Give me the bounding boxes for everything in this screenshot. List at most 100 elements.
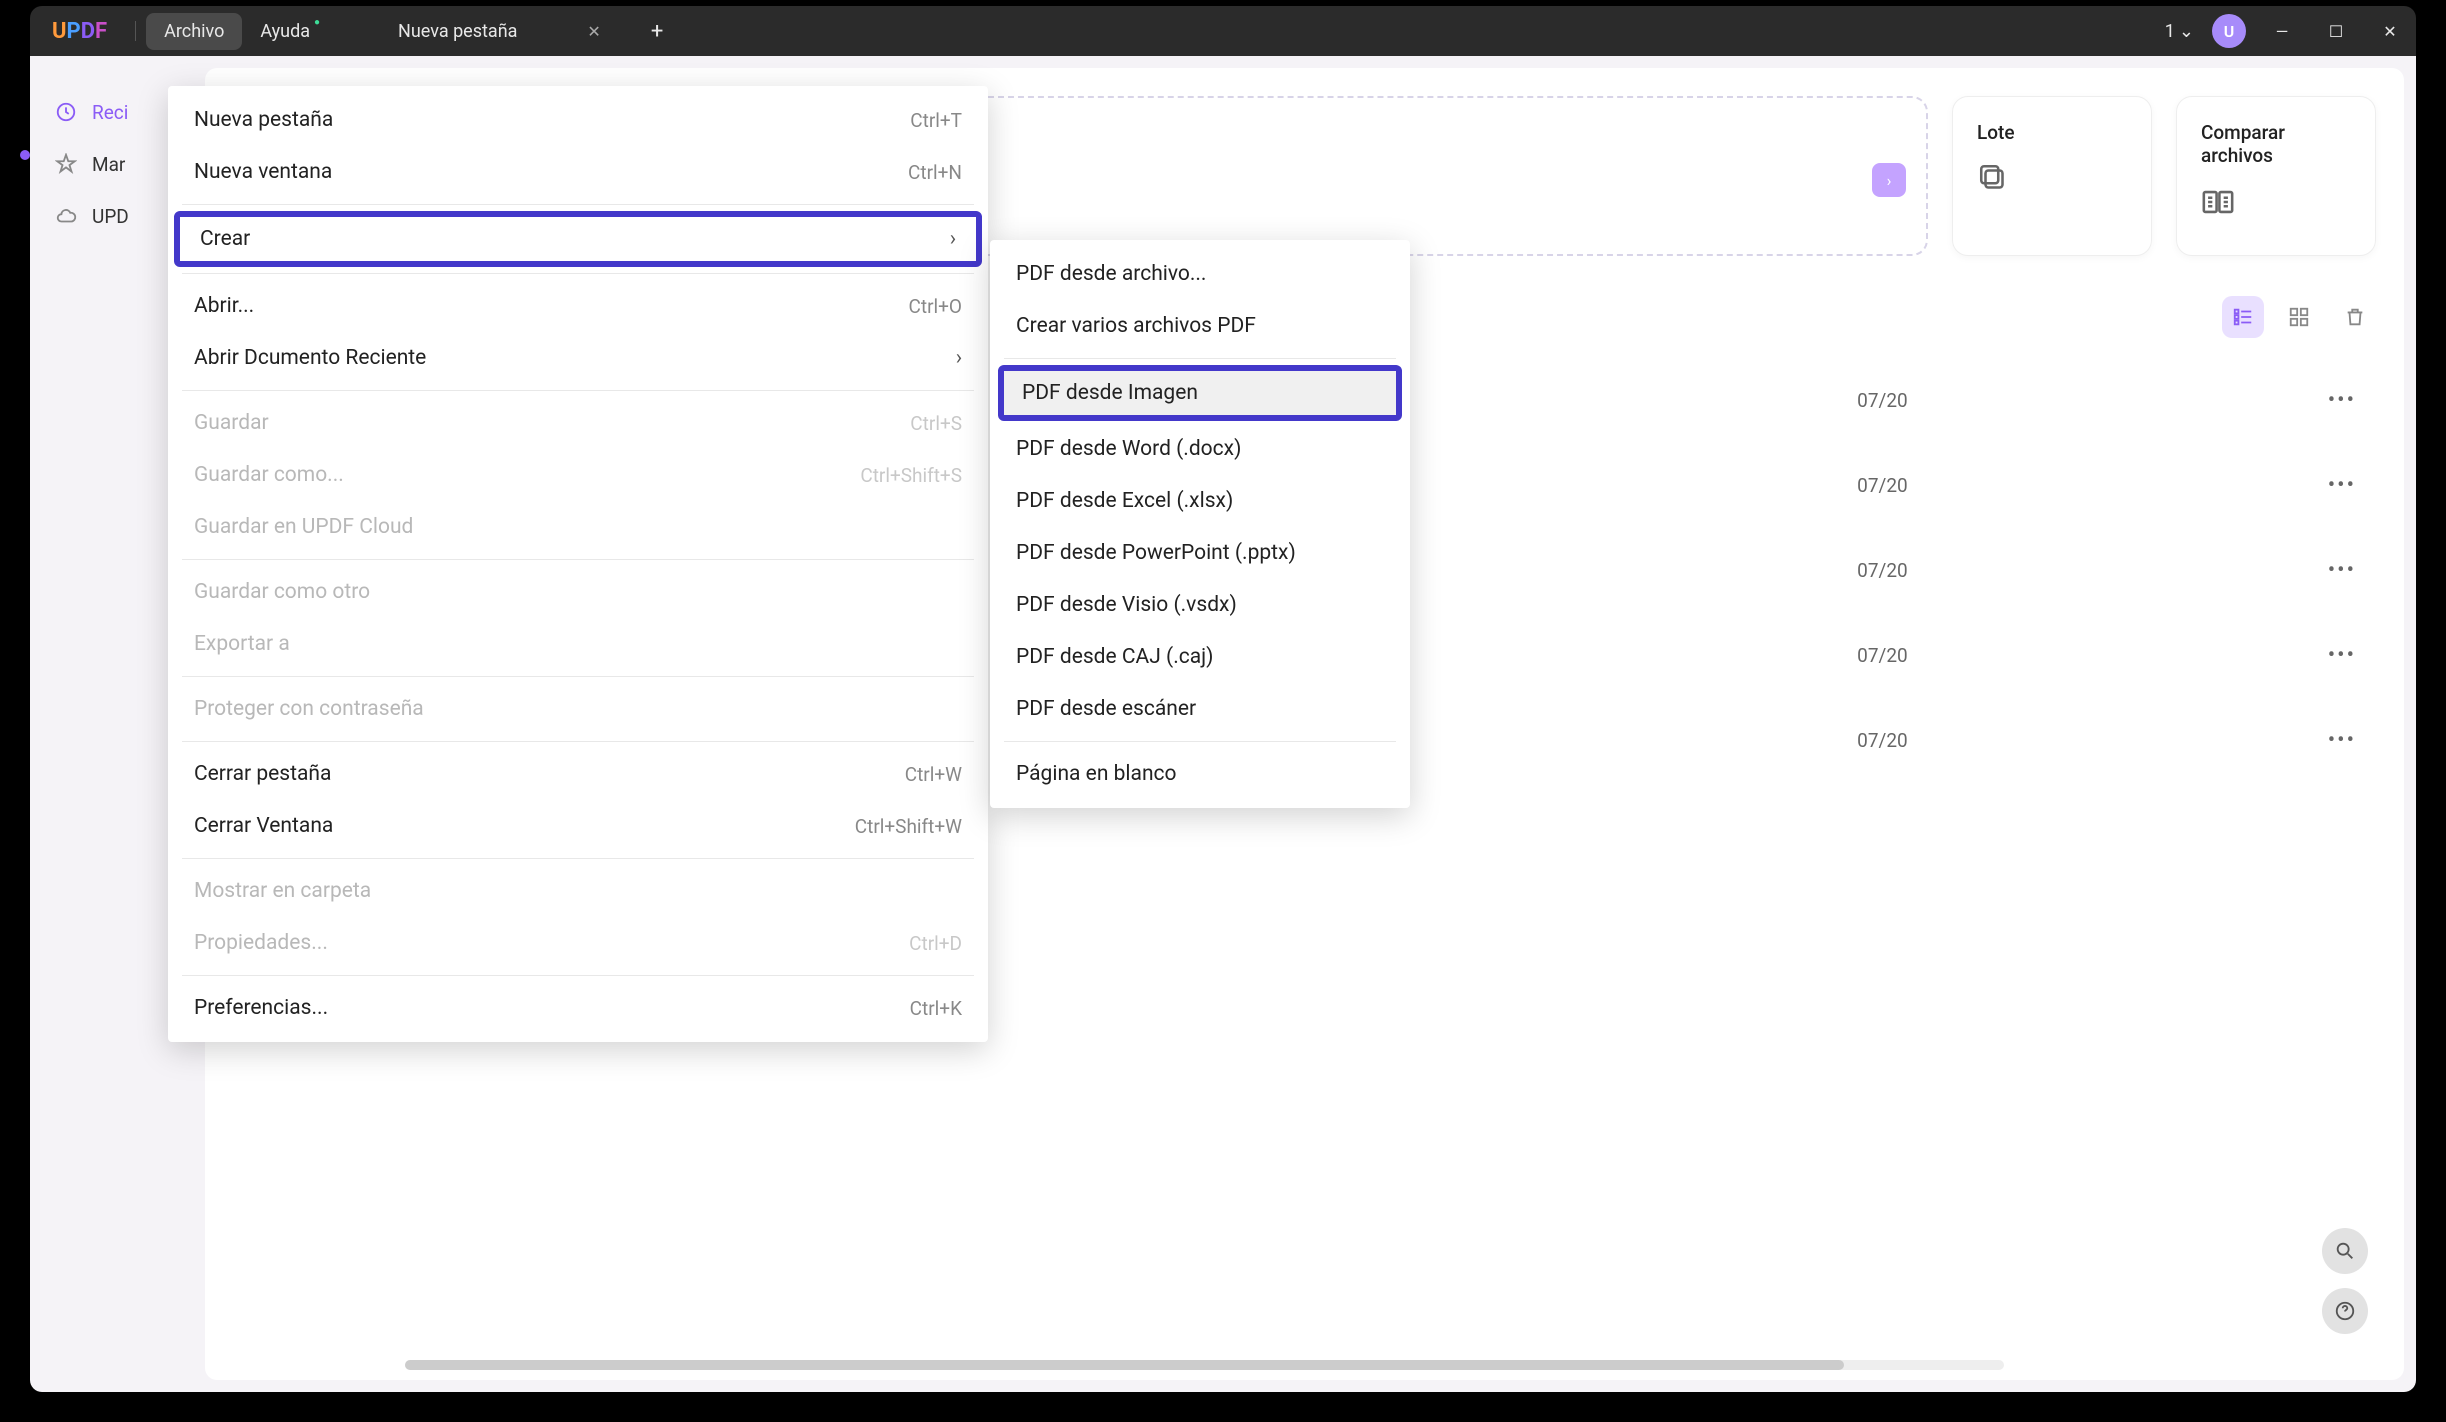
file-date: 07/20 (1857, 644, 1908, 667)
sidebar-recent-label: Reci (92, 101, 128, 124)
menu-separator (182, 676, 974, 677)
notification-count[interactable]: 1⌄ (2165, 21, 2194, 42)
menu-item-label: Abrir... (194, 294, 254, 318)
menu-item[interactable]: Abrir... Ctrl+O (168, 280, 988, 332)
menu-item[interactable]: Crear › (174, 211, 982, 267)
help-fab[interactable] (2322, 1288, 2368, 1334)
user-avatar[interactable]: U (2212, 14, 2246, 48)
submenu-item-label: PDF desde CAJ (.caj) (1016, 645, 1214, 669)
close-tab-icon[interactable]: ✕ (587, 22, 600, 41)
menu-shortcut: Ctrl+N (908, 161, 962, 184)
menu-separator (1004, 358, 1396, 359)
grid-view-button[interactable] (2278, 296, 2320, 338)
minimize-button[interactable]: — (2264, 13, 2300, 49)
menu-shortcut: Ctrl+K (910, 997, 962, 1020)
file-date: 07/20 (1857, 559, 1908, 582)
close-window-button[interactable]: ✕ (2372, 13, 2408, 49)
file-dropdown-menu: Nueva pestaña Ctrl+T Nueva ventana Ctrl+N Cr… (168, 86, 988, 1042)
crear-submenu: PDF desde archivo... Crear varios archivo… (990, 240, 1410, 808)
indicator-dot (20, 150, 30, 160)
more-icon[interactable]: ••• (2328, 643, 2356, 668)
menu-item: Proteger con contraseña (168, 683, 988, 735)
submenu-item[interactable]: PDF desde escáner (990, 683, 1410, 735)
expand-arrow-icon[interactable]: › (1872, 163, 1906, 197)
menu-shortcut: Ctrl+Shift+W (855, 815, 962, 838)
menu-ayuda-label: Ayuda (260, 21, 310, 42)
submenu-item-label: PDF desde Visio (.vsdx) (1016, 593, 1237, 617)
clock-icon (54, 100, 78, 124)
more-icon[interactable]: ••• (2328, 558, 2356, 583)
menu-item-label: Guardar en UPDF Cloud (194, 515, 413, 539)
menu-item-label: Guardar como otro (194, 580, 370, 604)
menu-item[interactable]: Preferencias... Ctrl+K (168, 982, 988, 1034)
search-fab[interactable] (2322, 1228, 2368, 1274)
submenu-item[interactable]: PDF desde Visio (.vsdx) (990, 579, 1410, 631)
submenu-item-label: PDF desde Imagen (1022, 381, 1198, 405)
submenu-item[interactable]: PDF desde archivo... (990, 248, 1410, 300)
app-logo: UPDF (52, 19, 107, 44)
menu-item-label: Nueva ventana (194, 160, 332, 184)
menu-shortcut: Ctrl+T (910, 109, 962, 132)
menu-item-label: Crear (200, 227, 250, 251)
submenu-item-label: PDF desde archivo... (1016, 262, 1206, 286)
menu-item[interactable]: Nueva pestaña Ctrl+T (168, 94, 988, 146)
menu-item: Guardar como... Ctrl+Shift+S (168, 449, 988, 501)
more-icon[interactable]: ••• (2328, 388, 2356, 413)
submenu-item-label: Página en blanco (1016, 762, 1177, 786)
menu-shortcut: Ctrl+S (910, 412, 962, 435)
titlebar: UPDF Archivo Ayuda● Nueva pestaña ✕ + 1⌄… (30, 6, 2416, 56)
menu-item: Propiedades...Ctrl+D (168, 917, 988, 969)
menu-archivo[interactable]: Archivo (146, 13, 242, 50)
maximize-button[interactable]: ☐ (2318, 13, 2354, 49)
menu-ayuda[interactable]: Ayuda● (242, 13, 328, 50)
menu-separator (182, 273, 974, 274)
submenu-item[interactable]: PDF desde CAJ (.caj) (990, 631, 1410, 683)
menu-item[interactable]: Abrir Dcumento Reciente › (168, 332, 988, 384)
menu-shortcut: Ctrl+O (909, 295, 963, 318)
card-comparar[interactable]: Comparar archivos (2176, 96, 2376, 256)
menu-shortcut: Ctrl+W (905, 763, 962, 786)
menu-item[interactable]: Nueva ventana Ctrl+N (168, 146, 988, 198)
menu-item-label: Guardar (194, 411, 269, 435)
submenu-item[interactable]: PDF desde Imagen (998, 365, 1402, 421)
menu-shortcut: Ctrl+Shift+S (860, 464, 962, 487)
submenu-item-label: PDF desde PowerPoint (.pptx) (1016, 541, 1296, 565)
menu-item-label: Guardar como... (194, 463, 344, 487)
menu-item: Mostrar en carpeta (168, 865, 988, 917)
submenu-item[interactable]: Crear varios archivos PDF (990, 300, 1410, 352)
menu-item-label: Preferencias... (194, 996, 328, 1020)
file-date: 07/20 (1857, 729, 1908, 752)
tab-nueva-pestana[interactable]: Nueva pestaña ✕ (378, 6, 621, 56)
menu-item[interactable]: Cerrar pestañaCtrl+W (168, 748, 988, 800)
menu-item-label: Mostrar en carpeta (194, 879, 371, 903)
list-view-button[interactable] (2222, 296, 2264, 338)
submenu-item[interactable]: PDF desde PowerPoint (.pptx) (990, 527, 1410, 579)
chevron-right-icon: › (956, 346, 962, 370)
submenu-item[interactable]: Página en blanco (990, 748, 1410, 800)
menu-separator (1004, 741, 1396, 742)
chevron-right-icon: › (950, 227, 956, 251)
card-lote[interactable]: Lote (1952, 96, 2152, 256)
menu-item: Guardar Ctrl+S (168, 397, 988, 449)
submenu-item-label: PDF desde Excel (.xlsx) (1016, 489, 1233, 513)
submenu-item[interactable]: PDF desde Word (.docx) (990, 423, 1410, 475)
menu-separator (182, 858, 974, 859)
add-tab-button[interactable]: + (651, 19, 663, 44)
menu-separator (182, 741, 974, 742)
more-icon[interactable]: ••• (2328, 728, 2356, 753)
file-date: 07/20 (1857, 474, 1908, 497)
submenu-item[interactable]: PDF desde Excel (.xlsx) (990, 475, 1410, 527)
menu-separator (182, 559, 974, 560)
menu-item-label: Exportar a (194, 632, 290, 656)
menu-item-label: Nueva pestaña (194, 108, 333, 132)
horizontal-scrollbar[interactable] (405, 1360, 2004, 1370)
delete-button[interactable] (2334, 296, 2376, 338)
menu-item[interactable]: Cerrar VentanaCtrl+Shift+W (168, 800, 988, 852)
menu-separator (182, 204, 974, 205)
card-lote-title: Lote (1977, 121, 2127, 144)
menu-shortcut: Ctrl+D (909, 932, 962, 955)
submenu-item-label: Crear varios archivos PDF (1016, 314, 1256, 338)
sidebar-cloud-label: UPD (92, 205, 129, 228)
more-icon[interactable]: ••• (2328, 473, 2356, 498)
menu-item-label: Abrir Dcumento Reciente (194, 346, 426, 370)
